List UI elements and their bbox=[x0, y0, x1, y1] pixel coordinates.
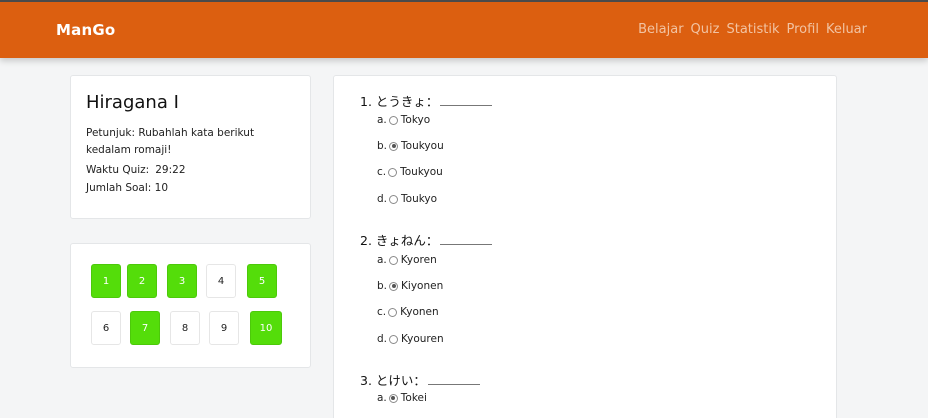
answer-blank bbox=[440, 234, 493, 245]
radio-button[interactable] bbox=[388, 255, 398, 265]
nav-link-keluar[interactable]: Keluar bbox=[826, 22, 867, 37]
question-prompt: 3. とけい： bbox=[360, 370, 480, 389]
questions-panel: 1. とうきょ： a. Tokyo b. Toukyou c. Toukyou d. T… bbox=[333, 75, 837, 418]
nav-link-profil[interactable]: Profil bbox=[787, 22, 819, 37]
question-nav-button[interactable]: 7 bbox=[130, 311, 160, 345]
top-navbar: ManGo Belajar Quiz Statistik Profil Kelu… bbox=[0, 0, 928, 58]
question-nav-button[interactable]: 10 bbox=[250, 311, 282, 345]
question-nav-button[interactable]: 9 bbox=[209, 311, 239, 345]
question-2: 2. きょねん： bbox=[360, 230, 493, 249]
question-1-option-b[interactable]: b. Toukyou bbox=[377, 140, 444, 152]
nav-link-statistik[interactable]: Statistik bbox=[726, 22, 779, 37]
radio-button[interactable] bbox=[388, 393, 398, 403]
question-2-option-d[interactable]: d. Kyouren bbox=[377, 333, 444, 345]
radio-button[interactable] bbox=[388, 167, 398, 177]
question-nav-button[interactable]: 2 bbox=[127, 264, 157, 298]
question-prompt: 1. とうきょ： bbox=[360, 91, 493, 110]
question-1: 1. とうきょ： bbox=[360, 91, 493, 110]
timer-label: Waktu Quiz: bbox=[86, 164, 150, 176]
radio-button[interactable] bbox=[389, 141, 399, 151]
nav-links: Belajar Quiz Statistik Profil Keluar bbox=[638, 22, 867, 37]
radio-button[interactable] bbox=[389, 281, 399, 291]
nav-link-quiz[interactable]: Quiz bbox=[691, 22, 720, 37]
question-1-option-a[interactable]: a. Tokyo bbox=[377, 114, 430, 126]
question-nav-button[interactable]: 3 bbox=[167, 264, 197, 298]
radio-button[interactable] bbox=[389, 334, 399, 344]
nav-link-belajar[interactable]: Belajar bbox=[638, 22, 683, 37]
question-2-option-a[interactable]: a. Kyoren bbox=[377, 254, 437, 266]
quiz-timer: Waktu Quiz: 29:22 bbox=[86, 164, 295, 176]
radio-button[interactable] bbox=[388, 115, 398, 125]
question-nav-button[interactable]: 8 bbox=[170, 311, 200, 345]
question-nav-button[interactable]: 1 bbox=[91, 264, 121, 298]
question-3: 3. とけい： bbox=[360, 370, 480, 389]
quiz-info-card: Hiragana I Petunjuk: Rubahlah kata berik… bbox=[70, 75, 311, 219]
question-1-option-d[interactable]: d. Toukyo bbox=[377, 193, 437, 205]
question-2-option-c[interactable]: c. Kyonen bbox=[377, 306, 439, 318]
radio-button[interactable] bbox=[389, 194, 399, 204]
question-nav-button[interactable]: 6 bbox=[91, 311, 121, 345]
question-prompt: 2. きょねん： bbox=[360, 230, 493, 249]
timer-value: 29:22 bbox=[155, 164, 186, 176]
question-navigator: 1 2 3 4 5 6 7 8 9 10 bbox=[70, 243, 311, 368]
question-nav-button[interactable]: 5 bbox=[247, 264, 277, 298]
answer-blank bbox=[427, 374, 480, 385]
question-nav-button[interactable]: 4 bbox=[206, 264, 236, 298]
quiz-instructions: Petunjuk: Rubahlah kata berikut kedalam … bbox=[86, 127, 255, 156]
question-count: Jumlah Soal: 10 bbox=[86, 182, 169, 194]
question-1-option-c[interactable]: c. Toukyou bbox=[377, 166, 443, 178]
radio-button[interactable] bbox=[388, 307, 398, 317]
question-3-option-a[interactable]: a. Tokei bbox=[377, 392, 427, 404]
answer-blank bbox=[440, 95, 493, 106]
quiz-title: Hiragana I bbox=[86, 92, 179, 113]
question-2-option-b[interactable]: b. Kiyonen bbox=[377, 280, 443, 292]
brand-logo[interactable]: ManGo bbox=[56, 21, 115, 39]
